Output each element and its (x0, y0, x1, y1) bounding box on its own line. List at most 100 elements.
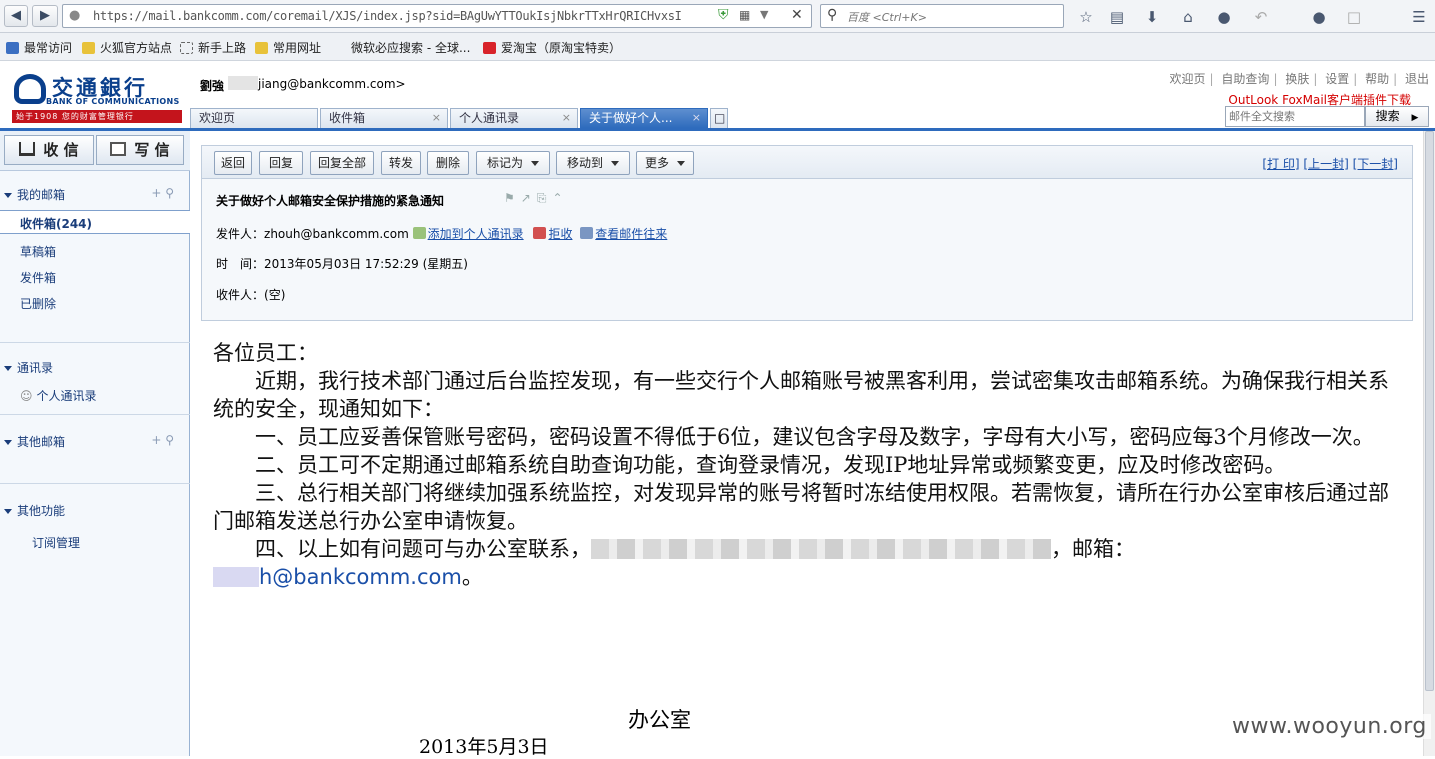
search-placeholder: 百度 <Ctrl+K> (847, 11, 927, 24)
tab-inbox[interactable]: 收件箱 × (320, 108, 448, 128)
star-icon[interactable]: ☆ (1075, 6, 1097, 28)
bank-logo[interactable]: 交通銀行 BANK OF COMMUNICATIONS 始于1908 您的财富管… (10, 72, 185, 128)
tab-close-icon[interactable]: × (692, 109, 701, 127)
tab-close-icon[interactable]: × (432, 109, 441, 127)
redacted-block (228, 76, 258, 90)
page-icon (180, 42, 193, 54)
folder-ops-icon[interactable]: + ⚲ (151, 186, 174, 200)
scrollbar[interactable] (1423, 131, 1435, 756)
reply-all-button[interactable]: 回复全部 (310, 151, 374, 175)
folder-icon (255, 42, 268, 54)
other-mailbox-section[interactable]: 其他邮箱 + ⚲ (0, 433, 190, 450)
tab-contacts[interactable]: 个人通讯录 × (450, 108, 578, 128)
link-help[interactable]: 帮助 (1365, 72, 1389, 86)
watermark: www.wooyun.org (1228, 714, 1431, 739)
collapse-icon (4, 440, 12, 445)
tab-close-icon[interactable]: × (562, 109, 571, 127)
fulltext-search: 搜索 ▶ (1225, 106, 1429, 128)
signature-date: 2013年5月3日 (419, 736, 549, 758)
fulltext-search-input[interactable] (1225, 106, 1365, 127)
paragraph: 近期，我行技术部门通过后台监控发现，有一些交行个人邮箱账号被黑客利用，尝试密集攻… (213, 369, 1389, 421)
undo-icon[interactable]: ↶ (1250, 6, 1272, 28)
tab-current-message[interactable]: 关于做好个人... × (580, 108, 708, 128)
bookmark-getting-started[interactable]: 新手上路 (180, 39, 246, 56)
bookmark-firefox[interactable]: 火狐官方站点 (82, 39, 172, 56)
browser-search[interactable]: ⚲ 百度 <Ctrl+K> (820, 4, 1064, 28)
reject-link[interactable]: 拒收 (548, 227, 572, 241)
compat-icon[interactable]: ▦ (739, 8, 750, 22)
bookmark-most-visited[interactable]: 最常访问 (6, 39, 72, 56)
other-functions-section[interactable]: 其他功能 (0, 502, 190, 519)
greeting: 各位员工： (213, 341, 318, 365)
fulltext-search-button[interactable]: 搜索 ▶ (1365, 106, 1429, 127)
link-skin[interactable]: 换肤 (1285, 72, 1309, 86)
bookmarks-icon[interactable]: ▤ (1106, 6, 1128, 28)
folder-icon (82, 42, 95, 54)
comment-icon[interactable]: ● (1308, 6, 1330, 28)
menu-icon[interactable]: ☰ (1408, 6, 1430, 28)
redacted-block (591, 539, 1051, 559)
back-icon[interactable]: ◀ (4, 5, 28, 27)
view-history-link[interactable]: 查看邮件往来 (595, 227, 667, 241)
reply-button[interactable]: 回复 (259, 151, 303, 175)
folder-ops-icon[interactable]: + ⚲ (151, 433, 174, 447)
shield-icon[interactable]: ⛨ (718, 7, 729, 23)
sidebar-item-drafts[interactable]: 草稿箱 (20, 243, 56, 260)
sidebar-item-deleted[interactable]: 已删除 (20, 295, 56, 312)
globe-icon: ● (69, 8, 81, 23)
compose-button[interactable]: 写 信 (96, 135, 184, 165)
link-logout[interactable]: 退出 (1405, 72, 1429, 86)
forward-button[interactable]: 转发 (381, 151, 421, 175)
message-body: 各位员工： 近期，我行技术部门通过后台监控发现，有一些交行个人邮箱账号被黑客利用… (213, 339, 1393, 591)
more-dropdown[interactable]: 更多 (636, 151, 694, 175)
divider (0, 414, 190, 415)
close-icon[interactable]: ✕ (791, 7, 803, 23)
contact-email[interactable]: h@bankcomm.com (259, 565, 462, 589)
redacted-block (213, 567, 259, 587)
address-bar[interactable]: ● https://mail.bankcomm.com/coremail/XJS… (62, 4, 812, 28)
receive-button[interactable]: 收 信 (4, 135, 94, 165)
link-self-query[interactable]: 自助查询 (1221, 72, 1269, 86)
prev-link[interactable]: [上一封] (1303, 157, 1348, 171)
chat-icon[interactable]: ● (1213, 6, 1235, 28)
sent-time: 2013年05月03日 17:52:29 (星期五) (264, 257, 468, 271)
add-contact-link[interactable]: 添加到个人通讯录 (428, 227, 524, 241)
sidebar-item-personal-contacts[interactable]: ☺ 个人通讯录 (20, 387, 97, 404)
sender-address[interactable]: zhouh@bankcomm.com (264, 227, 409, 241)
contacts-section[interactable]: 通讯录 (0, 359, 190, 376)
next-link[interactable]: [下一封] (1353, 157, 1398, 171)
add-contact-icon (412, 227, 426, 239)
signature-office: 办公室 (628, 708, 691, 732)
my-mailbox-section[interactable]: 我的邮箱 + ⚲ (0, 186, 190, 203)
flag-icon[interactable]: ⚑ (504, 191, 521, 205)
dropdown-icon[interactable]: ▼ (760, 8, 768, 21)
forward-icon[interactable]: ▶ (32, 5, 58, 27)
history-icon (580, 227, 594, 239)
mark-as-dropdown[interactable]: 标记为 (476, 151, 550, 175)
delete-button[interactable]: 删除 (427, 151, 469, 175)
download-icon[interactable]: ⬇ (1141, 6, 1163, 28)
sidebar-item-subscriptions[interactable]: 订阅管理 (32, 534, 80, 551)
sidebar-item-sent[interactable]: 发件箱 (20, 269, 56, 286)
home-icon[interactable]: ⌂ (1177, 6, 1199, 28)
link-welcome[interactable]: 欢迎页 (1170, 72, 1206, 86)
message-view: 返回 回复 回复全部 转发 删除 标记为 移动到 更多 [打 印] [上一封] … (201, 131, 1423, 758)
logo-english: BANK OF COMMUNICATIONS (46, 97, 180, 106)
collapse-up-icon[interactable]: ⌃ (552, 191, 568, 205)
back-button[interactable]: 返回 (214, 151, 252, 175)
sidebar-item-inbox[interactable]: 收件箱(244) (0, 210, 190, 234)
chevron-down-icon (611, 161, 619, 166)
bookmark-common-sites[interactable]: 常用网址 (255, 39, 321, 56)
print-icon[interactable]: ⎘ (537, 191, 553, 205)
time-row: 时 间：2013年05月03日 17:52:29 (星期五) (216, 257, 468, 271)
link-settings[interactable]: 设置 (1325, 72, 1349, 86)
crop-icon[interactable]: □ (1343, 6, 1365, 28)
bookmark-bing[interactable]: 微软必应搜索 - 全球... (340, 39, 470, 56)
print-link[interactable]: [打 印] (1262, 157, 1299, 171)
popout-icon[interactable]: ↗ (521, 191, 537, 205)
bookmark-taobao[interactable]: 爱淘宝（原淘宝特卖） (483, 39, 621, 56)
new-tab-icon[interactable]: □ (710, 108, 728, 128)
tab-welcome[interactable]: 欢迎页 (190, 108, 318, 128)
scroll-thumb[interactable] (1425, 131, 1434, 691)
move-to-dropdown[interactable]: 移动到 (556, 151, 630, 175)
